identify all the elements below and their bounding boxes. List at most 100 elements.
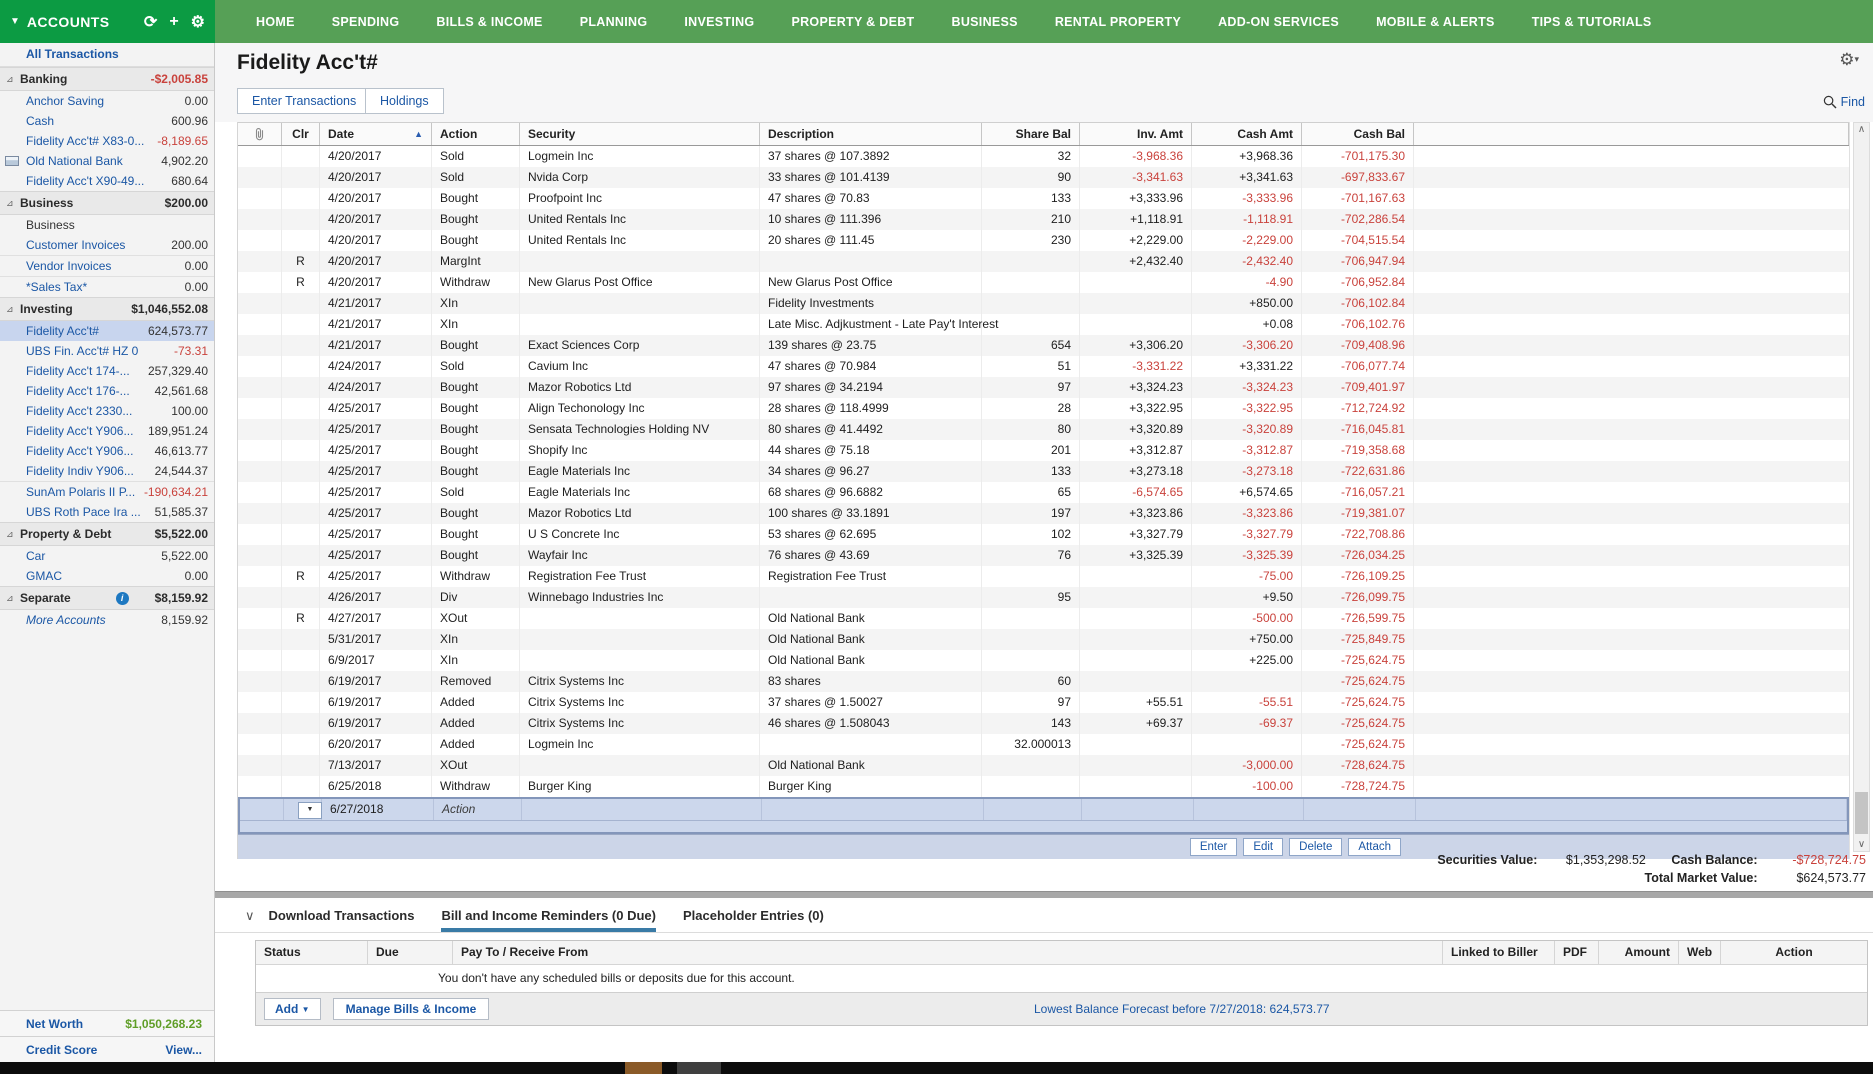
register-row[interactable]: 4/25/2017BoughtSensata Technologies Hold…	[238, 419, 1849, 440]
account-item-fidelity-acc-t-x83-0[interactable]: Fidelity Acc't# X83-0...-8,189.65	[0, 131, 214, 151]
reminders-col-linked-to-biller[interactable]: Linked to Biller	[1443, 941, 1555, 964]
register-row[interactable]: 4/26/2017DivWinnebago Industries Inc95+9…	[238, 587, 1849, 608]
register-row[interactable]: 4/20/2017BoughtUnited Rentals Inc10 shar…	[238, 209, 1849, 230]
description-column-header[interactable]: Description	[760, 123, 982, 145]
register-row[interactable]: 5/31/2017XInOld National Bank+750.00-725…	[238, 629, 1849, 650]
register-row[interactable]: 4/20/2017SoldLogmein Inc37 shares @ 107.…	[238, 146, 1849, 167]
register-row[interactable]: R4/20/2017WithdrawNew Glarus Post Office…	[238, 272, 1849, 293]
register-row[interactable]: 4/25/2017SoldEagle Materials Inc68 share…	[238, 482, 1849, 503]
cash-amt-column-header[interactable]: Cash Amt	[1192, 123, 1302, 145]
account-item-ubs-fin-acc-t-hz-0[interactable]: UBS Fin. Acc't# HZ 0-73.31	[0, 341, 214, 361]
register-row[interactable]: 4/20/2017BoughtProofpoint Inc47 shares @…	[238, 188, 1849, 209]
account-item-fidelity-acc-t-x90-49[interactable]: Fidelity Acc't X90-49...680.64	[0, 171, 214, 191]
refresh-icon[interactable]: ⟳	[144, 12, 157, 32]
cash-bal-column-header[interactable]: Cash Bal	[1302, 123, 1414, 145]
attach-button[interactable]: Attach	[1348, 838, 1401, 856]
reminders-col-due[interactable]: Due	[368, 941, 453, 964]
account-item-fidelity-acc-t-y906[interactable]: Fidelity Acc't Y906...189,951.24	[0, 421, 214, 441]
nav-item-investing[interactable]: INVESTING	[684, 15, 754, 29]
sort-ascending-icon[interactable]: ▲	[414, 123, 423, 145]
nav-item-mobile-alerts[interactable]: MOBILE & ALERTS	[1376, 15, 1495, 29]
credit-score-view-link[interactable]: View...	[165, 1043, 202, 1057]
action-column-header[interactable]: Action	[432, 123, 520, 145]
account-item-ubs-roth-pace-ira[interactable]: UBS Roth Pace Ira ...51,585.37	[0, 502, 214, 522]
account-item-more-accounts[interactable]: More Accounts8,159.92	[0, 610, 214, 630]
date-column-header[interactable]: Date ▲	[320, 123, 432, 145]
register-row[interactable]: 4/20/2017BoughtUnited Rentals Inc20 shar…	[238, 230, 1849, 251]
nav-item-rental-property[interactable]: RENTAL PROPERTY	[1055, 15, 1181, 29]
new-transaction-entry-row[interactable]: 6/27/2018 Action ▼	[238, 797, 1849, 834]
accounts-gear-icon[interactable]: ⚙	[191, 12, 205, 32]
nav-item-bills-income[interactable]: BILLS & INCOME	[436, 15, 542, 29]
nav-item-spending[interactable]: SPENDING	[332, 15, 400, 29]
account-section-business[interactable]: ⊿Business$200.00	[0, 191, 214, 215]
holdings-button[interactable]: Holdings	[365, 88, 444, 114]
info-icon[interactable]: i	[116, 592, 129, 605]
register-row[interactable]: 4/24/2017BoughtMazor Robotics Ltd97 shar…	[238, 377, 1849, 398]
account-item-anchor-saving[interactable]: Anchor Saving0.00	[0, 91, 214, 111]
collapse-panel-icon[interactable]: ∨	[245, 908, 255, 924]
account-item-customer-invoices[interactable]: Customer Invoices200.00	[0, 235, 214, 255]
account-section-banking[interactable]: ⊿Banking-$2,005.85	[0, 67, 214, 91]
inv-amt-column-header[interactable]: Inv. Amt	[1080, 123, 1192, 145]
register-row[interactable]: 4/21/2017XInFidelity Investments+850.00-…	[238, 293, 1849, 314]
clr-column-header[interactable]: Clr	[282, 123, 320, 145]
account-item-fidelity-acc-t-2330[interactable]: Fidelity Acc't 2330...100.00	[0, 401, 214, 421]
register-row[interactable]: 4/25/2017BoughtEagle Materials Inc34 sha…	[238, 461, 1849, 482]
account-item-car[interactable]: Car5,522.00	[0, 546, 214, 566]
nav-item-business[interactable]: BUSINESS	[952, 15, 1018, 29]
account-item-business[interactable]: Business	[0, 215, 214, 235]
attachment-column-header[interactable]	[238, 123, 282, 145]
account-item-fidelity-acc-t[interactable]: Fidelity Acc't#624,573.77	[0, 321, 214, 341]
reminders-col-web[interactable]: Web	[1679, 941, 1721, 964]
register-row[interactable]: 4/21/2017XInLate Misc. Adjkustment - Lat…	[238, 314, 1849, 335]
manage-bills-button[interactable]: Manage Bills & Income	[333, 998, 490, 1020]
register-row[interactable]: 4/20/2017SoldNvida Corp33 shares @ 101.4…	[238, 167, 1849, 188]
register-row[interactable]: 4/25/2017BoughtU S Concrete Inc53 shares…	[238, 524, 1849, 545]
account-item-old-national-bank[interactable]: Old National Bank4,902.20	[0, 151, 214, 171]
account-item-sales-tax[interactable]: *Sales Tax*0.00	[0, 276, 214, 297]
entry-dropdown-button[interactable]: ▼	[298, 802, 322, 819]
register-row[interactable]: 6/19/2017AddedCitrix Systems Inc37 share…	[238, 692, 1849, 713]
lowest-balance-forecast-link[interactable]: Lowest Balance Forecast before 7/27/2018…	[1034, 1002, 1330, 1016]
account-section-investing[interactable]: ⊿Investing$1,046,552.08	[0, 297, 214, 321]
register-row[interactable]: 4/25/2017BoughtWayfair Inc76 shares @ 43…	[238, 545, 1849, 566]
add-account-icon[interactable]: +	[169, 13, 178, 31]
account-section-property-debt[interactable]: ⊿Property & Debt$5,522.00	[0, 522, 214, 546]
nav-item-property-debt[interactable]: PROPERTY & DEBT	[791, 15, 914, 29]
register-row[interactable]: 6/25/2018WithdrawBurger KingBurger King-…	[238, 776, 1849, 797]
register-row[interactable]: 4/25/2017BoughtAlign Techonology Inc28 s…	[238, 398, 1849, 419]
register-row[interactable]: 4/21/2017BoughtExact Sciences Corp139 sh…	[238, 335, 1849, 356]
register-row[interactable]: R4/27/2017XOutOld National Bank-500.00-7…	[238, 608, 1849, 629]
account-item-fidelity-acc-t-174[interactable]: Fidelity Acc't 174-...257,329.40	[0, 361, 214, 381]
account-item-vendor-invoices[interactable]: Vendor Invoices0.00	[0, 255, 214, 276]
edit-button[interactable]: Edit	[1243, 838, 1283, 856]
credit-score-row[interactable]: Credit Score View...	[0, 1036, 214, 1062]
nav-item-add-on-services[interactable]: ADD-ON SERVICES	[1218, 15, 1339, 29]
find-control[interactable]: Find	[1823, 95, 1865, 109]
register-gear-icon[interactable]: ⚙▾	[1839, 50, 1859, 70]
register-row[interactable]: 7/13/2017XOutOld National Bank-3,000.00-…	[238, 755, 1849, 776]
register-row[interactable]: 6/9/2017XInOld National Bank+225.00-725,…	[238, 650, 1849, 671]
nav-item-planning[interactable]: PLANNING	[580, 15, 648, 29]
security-column-header[interactable]: Security	[520, 123, 760, 145]
reminders-col-pay-to-receive-from[interactable]: Pay To / Receive From	[453, 941, 1443, 964]
reminders-col-status[interactable]: Status	[256, 941, 368, 964]
delete-button[interactable]: Delete	[1289, 838, 1342, 856]
net-worth-row[interactable]: Net Worth $1,050,268.23	[0, 1010, 214, 1036]
reminders-col-action[interactable]: Action	[1721, 941, 1867, 964]
account-section-separate[interactable]: ⊿Separatei$8,159.92	[0, 586, 214, 610]
nav-item-tips-tutorials[interactable]: TIPS & TUTORIALS	[1532, 15, 1652, 29]
register-row[interactable]: 4/24/2017SoldCavium Inc47 shares @ 70.98…	[238, 356, 1849, 377]
register-scrollbar[interactable]: ∧ ∨	[1853, 122, 1870, 852]
register-row[interactable]: 4/25/2017BoughtMazor Robotics Ltd100 sha…	[238, 503, 1849, 524]
tab-bill-and-income-reminders-0-due[interactable]: Bill and Income Reminders (0 Due)	[441, 899, 656, 932]
accounts-panel-header[interactable]: ▼ ACCOUNTS ⟳ + ⚙	[0, 0, 215, 43]
register-row[interactable]: R4/20/2017MargInt+2,432.40-2,432.40-706,…	[238, 251, 1849, 272]
accounts-caret-icon[interactable]: ▼	[10, 16, 20, 27]
enter-transactions-button[interactable]: Enter Transactions	[237, 88, 371, 114]
account-item-sunam-polaris-ii-p[interactable]: SunAm Polaris II P...-190,634.21	[0, 481, 214, 502]
scrollbar-thumb[interactable]	[1855, 792, 1868, 834]
account-item-fidelity-acc-t-176[interactable]: Fidelity Acc't 176-...42,561.68	[0, 381, 214, 401]
scroll-down-icon[interactable]: ∨	[1854, 839, 1869, 850]
